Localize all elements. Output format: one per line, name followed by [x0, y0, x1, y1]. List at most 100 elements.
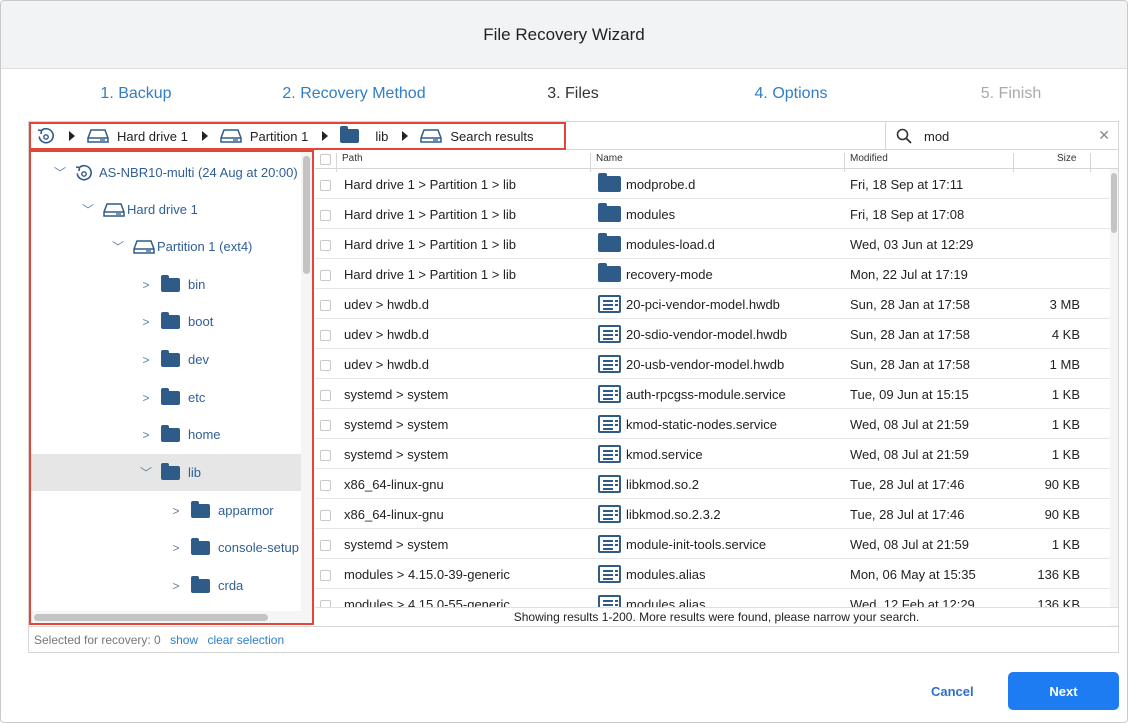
restore-point-icon [75, 164, 92, 181]
step-recovery-method[interactable]: 2. Recovery Method [254, 85, 454, 103]
tree-vertical-scroll-thumb[interactable] [303, 156, 310, 274]
row-checkbox[interactable] [320, 359, 331, 374]
row-size: 4 KB [1051, 327, 1080, 342]
chevron-down-icon[interactable]: ﹀ [53, 164, 67, 181]
grid-header: Path Name Modified Size [315, 150, 1118, 172]
step-backup[interactable]: 1. Backup [36, 85, 236, 103]
chevron-down-icon[interactable]: ﹀ [111, 238, 125, 255]
row-checkbox[interactable] [320, 179, 331, 194]
row-checkbox[interactable] [320, 419, 331, 434]
select-all-checkbox[interactable] [320, 154, 331, 165]
tree-item-restore-point[interactable]: ﹀ AS-NBR10-multi (24 Aug at 20:00) [31, 154, 301, 191]
tree-item-home[interactable]: > home [31, 416, 301, 453]
table-row[interactable]: systemd > system auth-rpcgss-module.servi… [315, 379, 1110, 409]
folder-icon [161, 462, 180, 480]
chevron-right-icon[interactable]: > [139, 391, 153, 405]
column-header-size[interactable]: Size [1057, 153, 1076, 164]
tree-item-lib[interactable]: ﹀ lib [31, 454, 301, 491]
grid-vertical-scrollbar[interactable] [1110, 169, 1118, 626]
row-path: modules > 4.15.0-39-generic [344, 567, 510, 582]
chevron-down-icon[interactable]: ﹀ [81, 201, 95, 218]
tree-item-apparmor[interactable]: > apparmor [31, 492, 301, 529]
folder-icon [161, 311, 180, 329]
tree-vertical-scrollbar[interactable] [301, 152, 312, 623]
clear-selection-link[interactable]: clear selection [207, 633, 284, 647]
table-row[interactable]: Hard drive 1 > Partition 1 > lib recovery… [315, 259, 1110, 289]
row-checkbox[interactable] [320, 449, 331, 464]
tree-item-dev[interactable]: > dev [31, 341, 301, 378]
chevron-right-icon[interactable]: > [139, 353, 153, 367]
table-row[interactable]: systemd > system kmod-static-nodes.servic… [315, 409, 1110, 439]
row-checkbox[interactable] [320, 269, 331, 284]
wizard-steps: 1. Backup 2. Recovery Method 3. Files 4.… [1, 73, 1127, 119]
file-icon [598, 565, 621, 583]
folder-icon [598, 233, 621, 253]
column-header-name[interactable]: Name [596, 153, 623, 164]
breadcrumb-label: Partition 1 [249, 128, 309, 144]
table-row[interactable]: udev > hwdb.d 20-pci-vendor-model.hwdb Sun… [315, 289, 1110, 319]
table-row[interactable]: systemd > system kmod.service Wed, 08 Jul … [315, 439, 1110, 469]
tree-item-label: dev [188, 352, 209, 367]
chevron-right-icon[interactable]: > [169, 504, 183, 518]
search-input[interactable] [924, 128, 1074, 144]
show-selection-link[interactable]: show [170, 633, 198, 647]
column-header-modified[interactable]: Modified [850, 153, 888, 164]
table-row[interactable]: Hard drive 1 > Partition 1 > lib modprobe… [315, 169, 1110, 199]
breadcrumb-hard-drive[interactable]: Hard drive 1 [87, 128, 188, 144]
row-name: kmod-static-nodes.service [626, 417, 777, 432]
next-button[interactable]: Next [1008, 672, 1119, 710]
tree-item-label: crda [218, 578, 244, 593]
row-checkbox[interactable] [320, 389, 331, 404]
step-options[interactable]: 4. Options [691, 85, 891, 103]
row-checkbox[interactable] [320, 479, 331, 494]
tree-item-console-setup[interactable]: > console-setup [31, 529, 301, 566]
tree-item-partition[interactable]: ﹀ Partition 1 (ext4) [31, 228, 301, 265]
chevron-down-icon[interactable]: ﹀ [139, 464, 153, 481]
row-checkbox[interactable] [320, 539, 331, 554]
table-row[interactable]: Hard drive 1 > Partition 1 > lib modules F… [315, 199, 1110, 229]
breadcrumb-partition[interactable]: Partition 1 [220, 128, 309, 144]
tree-horizontal-scrollbar[interactable] [31, 611, 301, 623]
row-checkbox[interactable] [320, 569, 331, 584]
grid-vertical-scroll-thumb[interactable] [1111, 173, 1117, 233]
row-checkbox[interactable] [320, 299, 331, 314]
chevron-right-icon[interactable]: > [139, 278, 153, 292]
chevron-right-icon[interactable]: > [169, 579, 183, 593]
table-row[interactable]: udev > hwdb.d 20-usb-vendor-model.hwdb Sun… [315, 349, 1110, 379]
tree-item-boot[interactable]: > boot [31, 303, 301, 340]
breadcrumb-search-results[interactable]: Search results [420, 128, 533, 144]
row-checkbox[interactable] [320, 239, 331, 254]
row-checkbox[interactable] [320, 329, 331, 344]
row-modified: Sun, 28 Jan at 17:58 [850, 297, 970, 312]
tree-item-crda[interactable]: > crda [31, 567, 301, 604]
tree-item-etc[interactable]: > etc [31, 379, 301, 416]
row-modified: Mon, 22 Jul at 17:19 [850, 267, 968, 282]
breadcrumb-separator-icon [201, 131, 208, 141]
breadcrumb-separator-icon [69, 131, 75, 141]
tree-item-hard-drive[interactable]: ﹀ Hard drive 1 [31, 191, 301, 228]
cancel-button[interactable]: Cancel [931, 684, 974, 699]
column-header-path[interactable]: Path [342, 153, 363, 164]
table-row[interactable]: x86_64-linux-gnu libkmod.so.2.3.2 Tue, 28 … [315, 499, 1110, 529]
row-checkbox[interactable] [320, 509, 331, 524]
tree-horizontal-scroll-thumb[interactable] [34, 614, 268, 621]
breadcrumb-lib[interactable]: lib [340, 126, 388, 144]
tree-item-label: Partition 1 (ext4) [157, 239, 253, 254]
chevron-right-icon[interactable]: > [139, 315, 153, 329]
table-row[interactable]: udev > hwdb.d 20-sdio-vendor-model.hwdb Su… [315, 319, 1110, 349]
chevron-right-icon[interactable]: > [139, 428, 153, 442]
hard-drive-icon [220, 129, 242, 143]
table-row[interactable]: modules > 4.15.0-39-generic modules.alias… [315, 559, 1110, 589]
row-path: Hard drive 1 > Partition 1 > lib [344, 177, 516, 192]
chevron-right-icon[interactable]: > [169, 541, 183, 555]
table-row[interactable]: Hard drive 1 > Partition 1 > lib modules-… [315, 229, 1110, 259]
folder-icon [598, 263, 621, 283]
clear-search-icon[interactable]: ✕ [1098, 128, 1110, 142]
table-row[interactable]: systemd > system module-init-tools.servic… [315, 529, 1110, 559]
row-checkbox[interactable] [320, 209, 331, 224]
table-row[interactable]: x86_64-linux-gnu libkmod.so.2 Tue, 28 Jul … [315, 469, 1110, 499]
tree-item-bin[interactable]: > bin [31, 266, 301, 303]
restore-point-crumb[interactable] [37, 127, 55, 145]
breadcrumb-label: Hard drive 1 [117, 128, 188, 144]
file-icon [598, 475, 621, 493]
